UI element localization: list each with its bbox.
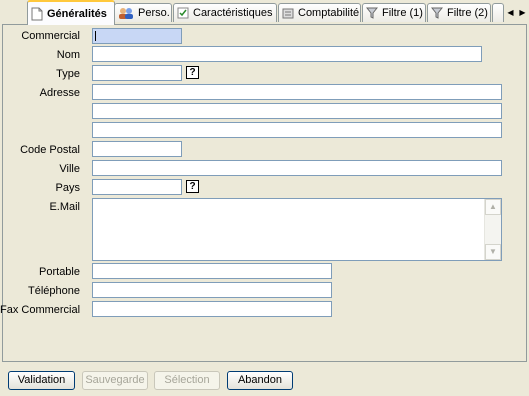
- abandon-button[interactable]: Abandon: [227, 371, 293, 390]
- people-icon: [119, 8, 133, 19]
- chevron-up-icon[interactable]: ▲: [485, 199, 501, 215]
- ledger-icon: [282, 8, 294, 19]
- adresse-line2-field[interactable]: [92, 103, 502, 119]
- tab-label: Filtre (2): [447, 7, 488, 19]
- code-postal-field[interactable]: [92, 141, 182, 157]
- funnel-icon: [431, 7, 443, 19]
- fax-field[interactable]: [92, 301, 332, 317]
- tab-label: Perso.: [138, 7, 170, 19]
- chevron-left-icon[interactable]: ◀: [505, 5, 516, 19]
- tab-filtre-2[interactable]: Filtre (2): [427, 3, 491, 22]
- ville-field[interactable]: [92, 160, 502, 176]
- type-help-button[interactable]: ?: [186, 66, 199, 79]
- tab-strip: Généralités Perso. Caractéristiques Comp…: [0, 0, 529, 25]
- tab-label: Caractéristiques: [193, 7, 273, 19]
- memo-scrollbar[interactable]: ▲ ▼: [484, 199, 501, 260]
- tab-scroll-buttons: ◀ ▶: [505, 5, 529, 19]
- validation-button[interactable]: Validation: [8, 371, 75, 390]
- tab-perso[interactable]: Perso.: [114, 3, 172, 22]
- chevron-down-icon[interactable]: ▼: [485, 244, 501, 260]
- tab-comptabilite[interactable]: Comptabilité: [278, 3, 361, 22]
- sauvegarde-button[interactable]: Sauvegarde: [82, 371, 148, 390]
- code-postal-label: Code Postal: [20, 144, 80, 156]
- telephone-field[interactable]: [92, 282, 332, 298]
- selection-button[interactable]: Sélection: [154, 371, 220, 390]
- portable-field[interactable]: [92, 263, 332, 279]
- tab-generalites[interactable]: Généralités: [27, 0, 115, 25]
- pays-label: Pays: [55, 182, 80, 194]
- tab-overflow[interactable]: [492, 3, 504, 22]
- text-caret: [95, 31, 96, 41]
- adresse-line1-field[interactable]: [92, 84, 502, 100]
- tab-label: Généralités: [47, 7, 107, 20]
- portable-label: Portable: [39, 266, 80, 278]
- telephone-label: Téléphone: [28, 285, 80, 297]
- email-label: E.Mail: [49, 201, 80, 213]
- commercial-field[interactable]: [92, 28, 182, 44]
- tab-filtre-1[interactable]: Filtre (1): [362, 3, 426, 22]
- nom-field[interactable]: [92, 46, 482, 62]
- email-memo[interactable]: ▲ ▼: [92, 198, 502, 261]
- nom-label: Nom: [56, 49, 80, 61]
- fax-label: Fax Commercial: [0, 304, 80, 316]
- tab-label: Filtre (1): [382, 7, 423, 19]
- tab-label: Comptabilité: [298, 7, 360, 19]
- adresse-label: Adresse: [39, 87, 80, 99]
- chevron-right-icon[interactable]: ▶: [517, 5, 528, 19]
- ville-label: Ville: [59, 163, 80, 175]
- document-icon: [31, 7, 43, 20]
- pays-field[interactable]: [92, 179, 182, 195]
- type-label: Type: [56, 68, 80, 80]
- settings-icon: [177, 7, 189, 19]
- funnel-icon: [366, 7, 378, 19]
- adresse-line3-field[interactable]: [92, 122, 502, 138]
- tab-caracteristiques[interactable]: Caractéristiques: [173, 3, 277, 22]
- type-field[interactable]: [92, 65, 182, 81]
- commercial-label: Commercial: [21, 30, 80, 42]
- pays-help-button[interactable]: ?: [186, 180, 199, 193]
